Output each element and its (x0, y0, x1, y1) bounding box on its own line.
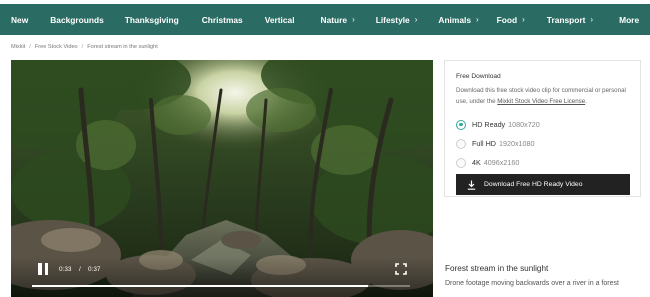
download-button-label: Download Free HD Ready Video (484, 181, 583, 188)
nav-item-new[interactable]: New (11, 15, 28, 25)
fullscreen-icon[interactable] (395, 263, 407, 275)
breadcrumb-separator: / (29, 44, 31, 50)
pause-button[interactable] (38, 263, 48, 275)
radio-button[interactable] (456, 119, 466, 130)
current-time: 0:33 (59, 266, 72, 273)
chevron-right-icon: › (590, 15, 594, 24)
breadcrumb-item-current: Forest stream in the sunlight (87, 44, 158, 50)
quality-option-label: HD Ready (472, 120, 506, 129)
license-link[interactable]: Mixkit Stock Video Free License (497, 98, 585, 105)
progress-fill (32, 285, 369, 287)
nav-item-label: Nature (320, 14, 348, 25)
breadcrumb-item-home[interactable]: Mixkit (11, 44, 25, 50)
video-title: Forest stream in the sunlight (445, 264, 549, 273)
quality-option[interactable]: 4K 4096x2160 (456, 153, 629, 172)
chevron-right-icon: › (475, 15, 479, 24)
radio-button[interactable] (456, 157, 466, 168)
download-panel: Free Download Download this free stock v… (444, 60, 641, 197)
quality-options: HD Ready 1080x720 Full HD 1920x1080 4K 4096x2… (456, 115, 629, 172)
quality-option-resolution: 4096x2160 (483, 158, 520, 167)
breadcrumb-separator: / (81, 44, 84, 50)
breadcrumb: Mixkit / Free Stock Video / Forest strea… (11, 44, 158, 50)
quality-option-resolution: 1920x1080 (498, 139, 535, 148)
duration: 0:37 (88, 266, 101, 273)
chevron-right-icon: › (414, 15, 418, 24)
nav-item-label: More (619, 14, 640, 25)
nav-item-lifestyle[interactable]: Lifestyle › (376, 15, 418, 25)
panel-description: Download this free stock video clip for … (456, 86, 636, 107)
pause-icon (44, 263, 48, 275)
download-icon (467, 180, 476, 190)
progress-bar[interactable] (32, 285, 410, 287)
nav-item-label: Transport (546, 14, 586, 25)
nav-item-label: Thanksgiving (124, 14, 179, 25)
quality-option-resolution: 1080x720 (508, 120, 540, 129)
nav-item-transport[interactable]: Transport › (547, 15, 593, 25)
nav-item-thanksgiving[interactable]: Thanksgiving (125, 15, 179, 25)
quality-option[interactable]: Full HD 1920x1080 (456, 134, 629, 153)
panel-title: Free Download (456, 73, 501, 80)
nav-item-more[interactable]: More (619, 15, 639, 25)
download-button[interactable]: Download Free HD Ready Video (456, 174, 630, 195)
video-player[interactable]: 0:33 / 0:37 (11, 60, 433, 297)
nav-item-label: Vertical (264, 14, 295, 25)
quality-option-label: 4K (472, 158, 481, 167)
quality-option-label: Full HD (472, 139, 496, 148)
nav-item-nature[interactable]: Nature › (321, 15, 355, 25)
video-description: Drone footage moving backwards over a ri… (445, 280, 619, 287)
player-controls: 0:33 / 0:37 (11, 257, 433, 297)
nav-item-label: Lifestyle (375, 14, 410, 25)
nav-item-christmas[interactable]: Christmas (202, 15, 243, 25)
time-separator: / (79, 266, 81, 273)
chevron-right-icon: › (352, 15, 355, 24)
nav-item-animals[interactable]: Animals › (438, 15, 478, 25)
nav-item-label: New (11, 14, 29, 25)
nav-item-label: Backgrounds (50, 14, 104, 25)
pause-icon (38, 263, 42, 275)
nav-item-label: Christmas (201, 14, 243, 25)
description-end: . (585, 97, 587, 105)
nav-item-food[interactable]: Food › (497, 15, 525, 25)
nav-item-label: Food (496, 14, 518, 25)
chevron-right-icon: › (522, 15, 525, 24)
main-nav: New Backgrounds Thanksgiving Christmas Verti… (0, 4, 650, 35)
quality-option[interactable]: HD Ready 1080x720 (456, 115, 629, 134)
nav-item-vertical[interactable]: Vertical (265, 15, 295, 25)
nav-item-label: Animals (438, 14, 471, 25)
nav-item-backgrounds[interactable]: Backgrounds (50, 15, 104, 25)
breadcrumb-item-free-stock-video[interactable]: Free Stock Video (35, 44, 78, 50)
radio-button[interactable] (456, 138, 466, 149)
